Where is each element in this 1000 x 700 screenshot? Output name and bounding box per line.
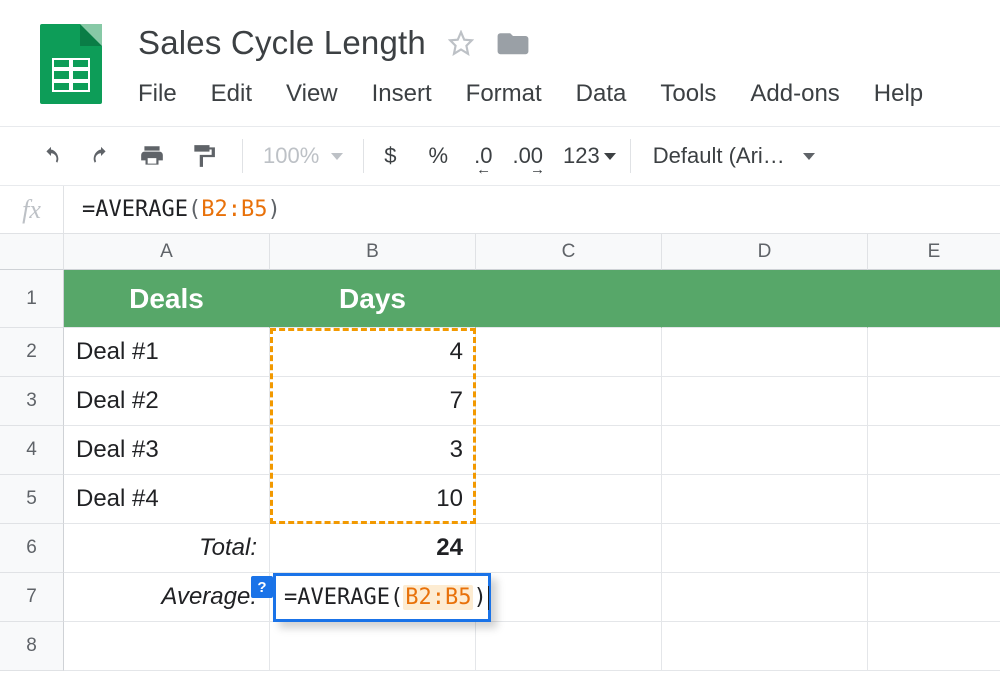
cell-D3[interactable] [662,377,868,426]
cell-B4[interactable]: 3 [270,426,476,475]
cell-C7[interactable] [476,573,662,622]
cell-C5[interactable] [476,475,662,524]
cell-A5[interactable]: Deal #4 [64,475,270,524]
cell-A6[interactable]: Total: [64,524,270,573]
title-area: Sales Cycle Length File Edit View Insert… [138,24,923,108]
chevron-down-icon [803,153,815,160]
cell-D5[interactable] [662,475,868,524]
format-percent-button[interactable]: % [423,143,455,169]
cell-D1[interactable] [662,270,868,328]
zoom-value: 100% [263,143,319,169]
format-currency-button[interactable]: $ [378,143,402,169]
formula-bar-input[interactable]: =AVERAGE(B2:B5) [64,197,281,222]
cell-E6[interactable] [868,524,1000,573]
increase-decimal-button[interactable]: .00→ [512,143,543,169]
cell-D7[interactable] [662,573,868,622]
menu-file[interactable]: File [138,80,177,108]
document-title[interactable]: Sales Cycle Length [138,24,426,62]
row-header-8[interactable]: 8 [0,622,64,671]
menu-insert[interactable]: Insert [372,80,432,108]
col-header-E[interactable]: E [868,234,1000,270]
cell-C1[interactable] [476,270,662,328]
cell-E5[interactable] [868,475,1000,524]
cell-B3[interactable]: 7 [270,377,476,426]
cell-B2[interactable]: 4 [270,328,476,377]
cell-E3[interactable] [868,377,1000,426]
cell-A8[interactable] [64,622,270,671]
cell-A7[interactable]: Average: [64,573,270,622]
move-folder-icon[interactable] [496,29,530,57]
cell-B8[interactable] [270,622,476,671]
cell-C4[interactable] [476,426,662,475]
menu-edit[interactable]: Edit [211,80,252,108]
menu-bar: File Edit View Insert Format Data Tools … [138,80,923,108]
chevron-down-icon [331,153,343,160]
sheets-logo-icon[interactable] [40,24,102,104]
cell-D4[interactable] [662,426,868,475]
row-header-1[interactable]: 1 [0,270,64,328]
print-button[interactable] [126,127,178,185]
redo-button[interactable] [76,127,126,185]
row-header-4[interactable]: 4 [0,426,64,475]
cell-C6[interactable] [476,524,662,573]
more-formats-button[interactable]: 123 [563,143,616,169]
col-header-C[interactable]: C [476,234,662,270]
cell-C3[interactable] [476,377,662,426]
cell-D2[interactable] [662,328,868,377]
row-header-2[interactable]: 2 [0,328,64,377]
formula-bar: fx =AVERAGE(B2:B5) [0,186,1000,234]
menu-view[interactable]: View [286,80,338,108]
row-header-5[interactable]: 5 [0,475,64,524]
app-root: Sales Cycle Length File Edit View Insert… [0,0,1000,700]
cell-A3[interactable]: Deal #2 [64,377,270,426]
menu-tools[interactable]: Tools [660,80,716,108]
font-select[interactable]: Default (Ari… [645,143,823,169]
cell-C2[interactable] [476,328,662,377]
zoom-select[interactable]: 100% [257,143,349,169]
cell-B6[interactable]: 24 [270,524,476,573]
cell-A2[interactable]: Deal #1 [64,328,270,377]
row-header-7[interactable]: 7 [0,573,64,622]
formula-help-icon[interactable]: ? [251,576,273,598]
col-header-A[interactable]: A [64,234,270,270]
cell-E1[interactable] [868,270,1000,328]
cell-B5[interactable]: 10 [270,475,476,524]
cell-C8[interactable] [476,622,662,671]
fx-icon[interactable]: fx [0,186,64,233]
star-icon[interactable] [448,30,474,56]
row-header-3[interactable]: 3 [0,377,64,426]
cell-D8[interactable] [662,622,868,671]
font-name: Default (Ari… [653,143,785,169]
undo-button[interactable] [26,127,76,185]
paint-format-button[interactable] [178,127,228,185]
spreadsheet-grid: A B C D E 1 Deals Days 2 Deal #1 4 [0,234,1000,671]
menu-addons[interactable]: Add-ons [750,80,839,108]
menu-format[interactable]: Format [466,80,542,108]
row-header-6[interactable]: 6 [0,524,64,573]
column-headers: A B C D E [0,234,1000,270]
menu-help[interactable]: Help [874,80,923,108]
cell-E4[interactable] [868,426,1000,475]
header: Sales Cycle Length File Edit View Insert… [0,0,1000,108]
active-cell-editor[interactable]: =AVERAGE(B2:B5) [273,573,491,622]
col-header-B[interactable]: B [270,234,476,270]
decrease-decimal-button[interactable]: .0← [474,143,492,169]
cell-A4[interactable]: Deal #3 [64,426,270,475]
cell-D6[interactable] [662,524,868,573]
select-all-corner[interactable] [0,234,64,270]
cell-E8[interactable] [868,622,1000,671]
cell-E2[interactable] [868,328,1000,377]
menu-data[interactable]: Data [576,80,627,108]
toolbar: 100% $ % .0← .00→ 123 Default (Ari… [0,127,1000,185]
col-header-D[interactable]: D [662,234,868,270]
cell-B1[interactable]: Days [270,270,476,328]
cell-A1[interactable]: Deals [64,270,270,328]
cell-E7[interactable] [868,573,1000,622]
